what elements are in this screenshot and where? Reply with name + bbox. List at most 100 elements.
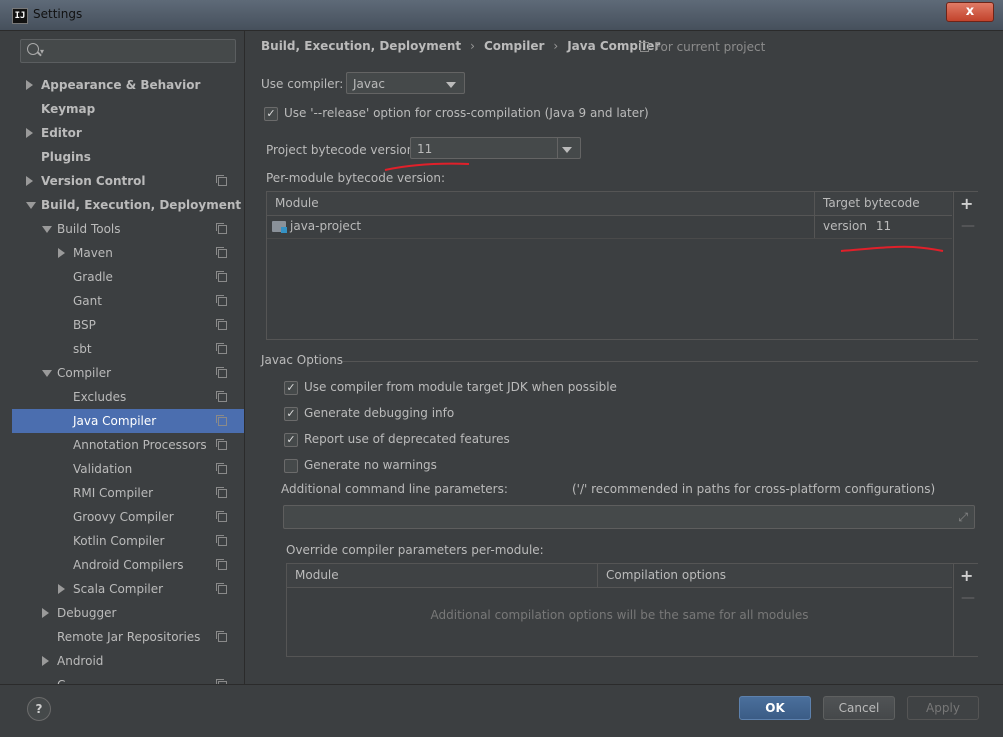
sidebar-item-gradle[interactable]: Gradle — [12, 265, 244, 289]
sidebar-item-debugger[interactable]: Debugger — [12, 601, 244, 625]
dialog-footer: ? OK Cancel Apply — [0, 684, 1003, 737]
chevron-right-icon[interactable] — [42, 656, 49, 666]
sidebar-item-label: Compiler — [57, 366, 112, 380]
project-level-icon — [216, 175, 227, 186]
sidebar-item-kotlin-compiler[interactable]: Kotlin Compiler — [12, 529, 244, 553]
chevron-down-icon[interactable] — [42, 370, 52, 377]
target-bytecode-value[interactable]: 11 — [815, 219, 952, 233]
chevron-right-icon[interactable] — [26, 128, 33, 138]
breadcrumb-item: Compiler — [483, 39, 545, 53]
chevron-right-icon[interactable] — [58, 584, 65, 594]
per-module-label: Per-module bytecode version: — [266, 171, 446, 185]
project-level-icon — [216, 391, 227, 402]
project-bytecode-value: 11 — [417, 142, 433, 156]
add-icon[interactable]: + — [960, 566, 973, 585]
project-level-icon — [216, 439, 227, 450]
deprecated-checkbox[interactable]: ✓ — [284, 433, 298, 447]
sidebar-item-groovy-compiler[interactable]: Groovy Compiler — [12, 505, 244, 529]
sidebar-item-c[interactable]: C — [12, 673, 244, 684]
close-button[interactable]: x — [946, 2, 994, 22]
column-header-module[interactable]: Module — [295, 564, 339, 587]
sidebar-item-appearance-behavior[interactable]: Appearance & Behavior — [12, 73, 244, 97]
sidebar-item-label: Remote Jar Repositories — [57, 630, 201, 644]
target-jdk-label: Use compiler from module target JDK when… — [304, 380, 617, 394]
project-level-icon — [216, 631, 227, 642]
sidebar-item-build-tools[interactable]: Build Tools — [12, 217, 244, 241]
chevron-right-icon[interactable] — [26, 176, 33, 186]
breadcrumb: Build, Execution, Deployment › Compiler › Ja… — [261, 39, 660, 53]
target-jdk-checkbox[interactable]: ✓ — [284, 381, 298, 395]
sidebar-item-label: Editor — [41, 126, 82, 140]
help-button[interactable]: ? — [27, 697, 51, 721]
sidebar-item-label: Scala Compiler — [73, 582, 164, 596]
params-input[interactable]: ⤢ — [283, 505, 975, 529]
no-warnings-checkbox[interactable] — [284, 459, 298, 473]
project-scope-label: For current project — [640, 40, 765, 54]
breadcrumb-separator: › — [470, 39, 475, 53]
sidebar-item-version-control[interactable]: Version Control — [12, 169, 244, 193]
column-header-module[interactable]: Module — [275, 192, 319, 215]
search-icon — [27, 43, 39, 55]
chevron-right-icon[interactable] — [42, 608, 49, 618]
intellij-icon: IJ — [12, 8, 28, 24]
override-toolbar: + — — [953, 564, 978, 656]
remove-icon[interactable]: — — [961, 590, 975, 606]
project-level-icon — [216, 559, 227, 570]
sidebar-item-build-execution-deployment[interactable]: Build, Execution, Deployment — [12, 193, 244, 217]
table-row[interactable]: java-project 11 — [267, 216, 952, 239]
apply-button[interactable]: Apply — [907, 696, 979, 720]
sidebar-item-sbt[interactable]: sbt — [12, 337, 244, 361]
settings-search-input[interactable]: ▾ — [20, 39, 236, 63]
chevron-down-icon[interactable] — [26, 202, 36, 209]
ok-button[interactable]: OK — [739, 696, 811, 720]
sidebar-item-bsp[interactable]: BSP — [12, 313, 244, 337]
sidebar-item-excludes[interactable]: Excludes — [12, 385, 244, 409]
override-table-header: Module Compilation options — [287, 564, 952, 588]
release-option-checkbox[interactable]: ✓ — [264, 107, 278, 121]
sidebar-item-rmi-compiler[interactable]: RMI Compiler — [12, 481, 244, 505]
sidebar-item-label: Kotlin Compiler — [73, 534, 165, 548]
sidebar-item-label: Appearance & Behavior — [41, 78, 201, 92]
sidebar-item-java-compiler[interactable]: Java Compiler — [12, 409, 244, 433]
sidebar-item-android-compilers[interactable]: Android Compilers — [12, 553, 244, 577]
expand-icon[interactable]: ⤢ — [958, 510, 968, 525]
sidebar-item-editor[interactable]: Editor — [12, 121, 244, 145]
sidebar-item-label: BSP — [73, 318, 96, 332]
chevron-down-icon[interactable] — [42, 226, 52, 233]
settings-sidebar: ▾ Appearance & Behavior Keymap Editor Plugi… — [12, 31, 245, 684]
sidebar-item-label: Version Control — [41, 174, 146, 188]
combo-separator — [557, 138, 558, 158]
sidebar-item-label: Android — [57, 654, 104, 668]
cancel-button[interactable]: Cancel — [823, 696, 895, 720]
project-scope-text: For current project — [654, 40, 766, 54]
debug-info-checkbox[interactable]: ✓ — [284, 407, 298, 421]
sidebar-item-label: Gant — [73, 294, 102, 308]
project-level-icon — [216, 223, 227, 234]
params-hint: ('/' recommended in paths for cross-plat… — [572, 482, 936, 496]
chevron-right-icon[interactable] — [26, 80, 33, 90]
per-module-table: Module Target bytecode version java-proj… — [266, 191, 978, 340]
sidebar-item-scala-compiler[interactable]: Scala Compiler — [12, 577, 244, 601]
project-level-icon — [216, 319, 227, 330]
sidebar-item-android[interactable]: Android — [12, 649, 244, 673]
release-option-label: Use '--release' option for cross-compila… — [284, 106, 649, 120]
column-header-options[interactable]: Compilation options — [606, 564, 726, 587]
sidebar-item-label: Validation — [73, 462, 133, 476]
module-name: java-project — [290, 219, 362, 233]
sidebar-item-label: Gradle — [73, 270, 113, 284]
sidebar-item-validation[interactable]: Validation — [12, 457, 244, 481]
sidebar-item-plugins[interactable]: Plugins — [12, 145, 244, 169]
chevron-right-icon[interactable] — [58, 248, 65, 258]
sidebar-item-remote-jar-repositories[interactable]: Remote Jar Repositories — [12, 625, 244, 649]
sidebar-item-gant[interactable]: Gant — [12, 289, 244, 313]
sidebar-item-maven[interactable]: Maven — [12, 241, 244, 265]
project-bytecode-select[interactable]: 11 — [410, 137, 581, 159]
sidebar-item-annotation-processors[interactable]: Annotation Processors — [12, 433, 244, 457]
add-icon[interactable]: + — [960, 194, 973, 213]
deprecated-label: Report use of deprecated features — [304, 432, 510, 446]
empty-table-text: Additional compilation options will be t… — [430, 608, 809, 622]
sidebar-item-compiler[interactable]: Compiler — [12, 361, 244, 385]
use-compiler-select[interactable]: Javac — [346, 72, 465, 94]
remove-icon[interactable]: — — [961, 218, 975, 234]
sidebar-item-keymap[interactable]: Keymap — [12, 97, 244, 121]
